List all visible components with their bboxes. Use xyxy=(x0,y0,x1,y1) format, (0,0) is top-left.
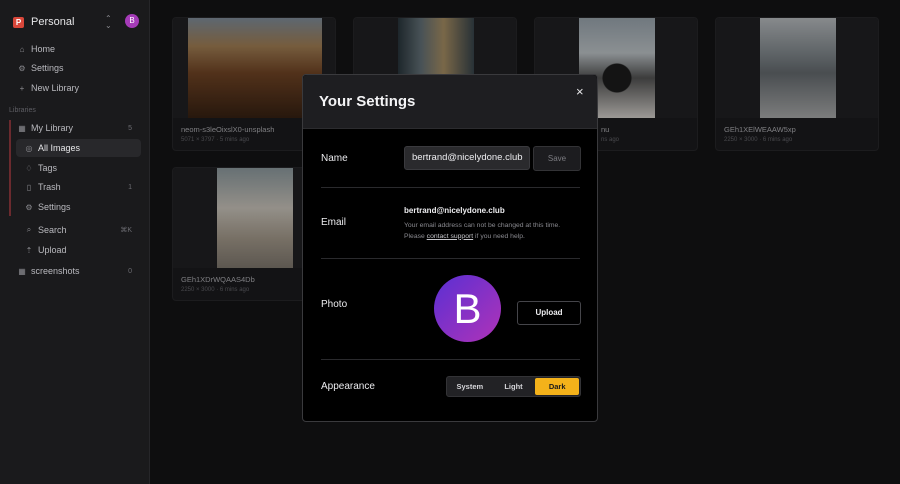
close-icon[interactable]: × xyxy=(576,85,584,98)
appearance-option-dark[interactable]: Dark xyxy=(535,378,580,395)
sidebar-item-label: Tags xyxy=(38,163,58,173)
workspace-switcher[interactable]: P Personal ⌃ ⌄ B xyxy=(13,14,141,30)
app-window: P Personal ⌃ ⌄ B ⌂ Home ⚙ Settings + New … xyxy=(0,0,900,484)
sidebar-item-label: All Images xyxy=(38,143,81,153)
upload-icon: ⇡ xyxy=(25,245,33,255)
home-icon: ⌂ xyxy=(19,44,25,54)
sidebar-item-upload[interactable]: ⇡ Upload xyxy=(16,241,141,259)
library-icon: ▦ xyxy=(18,123,26,133)
profile-photo-avatar: B xyxy=(434,275,501,342)
sidebar-item-label: Upload xyxy=(38,245,67,255)
library-count: 0 xyxy=(128,267,132,275)
sidebar-item-home[interactable]: ⌂ Home xyxy=(9,40,141,58)
gear-icon: ⚙ xyxy=(18,63,26,73)
chevron-up-down-icon[interactable]: ⌃ ⌄ xyxy=(105,15,112,30)
trash-icon: ▯ xyxy=(26,182,32,192)
upload-photo-button[interactable]: Upload xyxy=(517,301,581,325)
appearance-option-light[interactable]: Light xyxy=(492,378,536,395)
library-name: screenshots xyxy=(31,266,80,276)
modal-title: Your Settings xyxy=(319,93,416,110)
appearance-option-system[interactable]: System xyxy=(448,378,492,395)
sidebar-item-search[interactable]: ⌕ Search ⌘K xyxy=(16,221,141,239)
grid-icon: ▦ xyxy=(18,266,26,276)
search-icon: ⌕ xyxy=(26,225,32,234)
sidebar-item-settings[interactable]: ⚙ Settings xyxy=(9,59,141,77)
workspace-logo: P xyxy=(13,16,24,28)
library-name: My Library xyxy=(31,123,74,133)
trash-count: 1 xyxy=(128,183,132,191)
email-value: bertrand@nicelydone.club xyxy=(404,206,505,215)
sidebar-item-trash[interactable]: ▯ Trash 1 xyxy=(16,178,141,196)
tag-icon: ♢ xyxy=(25,163,33,173)
plus-icon: + xyxy=(19,83,25,93)
sidebar: P Personal ⌃ ⌄ B ⌂ Home ⚙ Settings + New … xyxy=(0,0,150,484)
divider xyxy=(321,359,580,360)
appearance-label: Appearance xyxy=(321,381,375,392)
modal-header: Your Settings × xyxy=(303,75,597,129)
library-count: 5 xyxy=(128,124,132,132)
email-label: Email xyxy=(321,217,347,228)
settings-modal: Your Settings × Name bertrand@nicelydone… xyxy=(302,74,598,422)
photo-label: Photo xyxy=(321,299,348,310)
library-my-library[interactable]: ▦ My Library 5 xyxy=(9,119,141,137)
sidebar-item-tags[interactable]: ♢ Tags xyxy=(16,159,141,177)
save-button[interactable]: Save xyxy=(533,146,581,171)
workspace-name: Personal xyxy=(31,16,75,28)
sidebar-item-label: Settings xyxy=(31,63,64,73)
name-label: Name xyxy=(321,153,348,164)
sidebar-item-label: New Library xyxy=(31,83,80,93)
images-icon: ◎ xyxy=(25,143,33,153)
sidebar-item-new-library[interactable]: + New Library xyxy=(9,79,141,97)
search-shortcut: ⌘K xyxy=(120,227,132,234)
email-help-part: if you need help. xyxy=(473,232,525,240)
sidebar-item-all-images[interactable]: ◎ All Images xyxy=(16,139,141,157)
email-help-text: Your email address can not be changed at… xyxy=(404,221,574,242)
sidebar-item-library-settings[interactable]: ⚙ Settings xyxy=(16,198,141,216)
divider xyxy=(321,187,580,188)
divider xyxy=(321,258,580,259)
libraries-section-label: Libraries xyxy=(9,107,36,114)
sidebar-item-label: Trash xyxy=(38,182,61,192)
library-screenshots[interactable]: ▦ screenshots 0 xyxy=(9,262,141,280)
contact-support-link[interactable]: contact support xyxy=(427,233,473,240)
sidebar-item-label: Search xyxy=(38,225,67,235)
appearance-segmented-control: System Light Dark xyxy=(446,376,581,397)
sidebar-item-label: Home xyxy=(31,44,56,54)
user-avatar[interactable]: B xyxy=(125,14,139,28)
gear-icon: ⚙ xyxy=(25,202,33,212)
name-field[interactable]: bertrand@nicelydone.club xyxy=(404,146,530,170)
sidebar-item-label: Settings xyxy=(38,202,71,212)
